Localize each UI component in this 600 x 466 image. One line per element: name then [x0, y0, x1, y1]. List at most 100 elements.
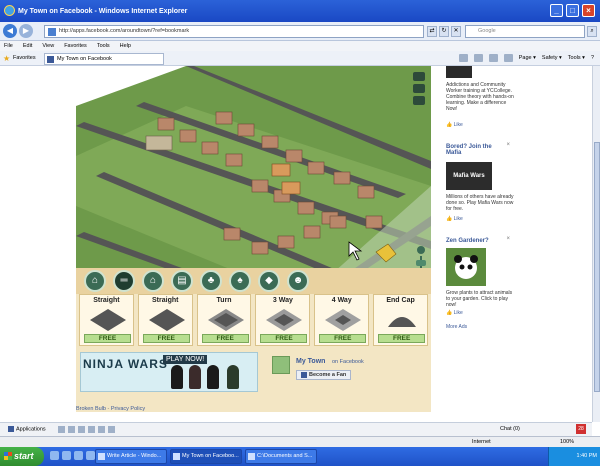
read-mail-icon[interactable]: [488, 54, 498, 62]
ad-like-link[interactable]: 👍 Like: [446, 310, 463, 316]
favorites-label[interactable]: Favorites: [13, 55, 36, 61]
tile-straight-2[interactable]: Straight FREE: [137, 294, 193, 346]
house[interactable]: [225, 153, 243, 167]
house[interactable]: [285, 149, 303, 163]
back-button[interactable]: ◀: [3, 24, 17, 38]
quick-launch-icon[interactable]: [86, 451, 95, 460]
house[interactable]: [223, 227, 241, 241]
tile-end-cap[interactable]: End Cap FREE: [373, 294, 428, 346]
menu-file[interactable]: File: [4, 43, 13, 49]
mafia-wars-image[interactable]: Mafia Wars: [446, 162, 492, 190]
applications-button[interactable]: Applications: [8, 426, 46, 432]
zoom-handle[interactable]: [416, 260, 426, 266]
house[interactable]: [333, 171, 351, 185]
shop[interactable]: [281, 181, 301, 195]
tools-menu[interactable]: Tools ▾: [568, 55, 585, 61]
house[interactable]: [237, 123, 255, 137]
banner-play-now[interactable]: PLAY NOW!: [163, 355, 208, 364]
compatibility-view-icon[interactable]: ⇄: [427, 26, 437, 37]
search-input[interactable]: Google: [465, 25, 585, 38]
ad-title[interactable]: Zen Gardener?: [446, 238, 489, 244]
house[interactable]: [261, 135, 279, 149]
ad-photo-icon[interactable]: [446, 66, 472, 78]
tile-turn[interactable]: Turn FREE: [196, 294, 252, 346]
broken-bulb-link[interactable]: Broken Bulb: [76, 406, 106, 412]
fan-app-name[interactable]: My Town: [296, 358, 325, 365]
more-ads-link[interactable]: More Ads: [446, 324, 467, 330]
menu-view[interactable]: View: [42, 43, 54, 49]
house[interactable]: [303, 225, 321, 239]
bookmark-icon[interactable]: [98, 426, 105, 433]
menu-edit[interactable]: Edit: [23, 43, 32, 49]
ad-like-link[interactable]: 👍 Like: [446, 216, 463, 222]
close-window-button[interactable]: ×: [582, 4, 595, 17]
taskbar-item-my-town[interactable]: My Town on Faceboo...: [170, 449, 242, 464]
menu-help[interactable]: Help: [120, 43, 131, 49]
menu-favorites[interactable]: Favorites: [64, 43, 87, 49]
town-map[interactable]: [76, 66, 431, 288]
refresh-icon[interactable]: ↻: [439, 26, 449, 37]
park-icon[interactable]: ♠: [229, 270, 251, 292]
start-button[interactable]: start: [0, 447, 44, 466]
town-hall[interactable]: [145, 135, 173, 151]
house-icon[interactable]: ⌂: [142, 270, 164, 292]
minimize-button[interactable]: _: [550, 4, 563, 17]
bookmark-icon[interactable]: [88, 426, 95, 433]
house[interactable]: [251, 179, 269, 193]
panda-image[interactable]: [446, 248, 486, 286]
house[interactable]: [329, 215, 347, 229]
zoom-in-icon[interactable]: [417, 246, 425, 254]
security-zone[interactable]: Internet: [472, 439, 491, 445]
maximize-button[interactable]: □: [566, 4, 579, 17]
tile-4-way[interactable]: 4 Way FREE: [314, 294, 370, 346]
forward-button[interactable]: ▶: [19, 24, 33, 38]
favorites-star-icon[interactable]: ★: [3, 54, 10, 63]
ad-like-link[interactable]: 👍 Like: [446, 122, 463, 128]
help-menu[interactable]: ?: [591, 55, 594, 61]
road-icon[interactable]: ═: [113, 270, 135, 292]
ad-close-icon[interactable]: ×: [506, 236, 510, 242]
ninja-wars-banner[interactable]: NINJA WARS PLAY NOW!: [80, 352, 258, 392]
menu-tools[interactable]: Tools: [97, 43, 110, 49]
building-icon[interactable]: ⌂: [84, 270, 106, 292]
zoom-level[interactable]: 100%: [560, 439, 574, 445]
vertical-scrollbar[interactable]: [592, 66, 600, 422]
page-menu[interactable]: Page ▾: [519, 55, 536, 61]
ad-close-icon[interactable]: ×: [506, 142, 510, 148]
house[interactable]: [357, 185, 375, 199]
tile-straight[interactable]: Straight FREE: [79, 294, 134, 346]
shop[interactable]: [271, 163, 291, 177]
bookmark-icon[interactable]: [68, 426, 75, 433]
print-icon[interactable]: [503, 54, 513, 62]
stop-icon[interactable]: ✕: [451, 26, 461, 37]
town-map-canvas[interactable]: [76, 66, 431, 288]
bookmark-icon[interactable]: [78, 426, 85, 433]
house[interactable]: [179, 129, 197, 143]
bookmark-icon[interactable]: [58, 426, 65, 433]
tree-icon[interactable]: ♣: [200, 270, 222, 292]
ad-title[interactable]: Bored? Join the Mafia: [446, 144, 508, 156]
safety-menu[interactable]: Safety ▾: [542, 55, 562, 61]
notifications-badge[interactable]: 28: [576, 424, 586, 434]
house[interactable]: [307, 161, 325, 175]
scrollbar-thumb[interactable]: [594, 142, 600, 392]
house[interactable]: [297, 201, 315, 215]
house[interactable]: [157, 117, 175, 131]
quick-launch-icon[interactable]: [74, 451, 83, 460]
house[interactable]: [215, 111, 233, 125]
house[interactable]: [365, 215, 383, 229]
bookmark-icon[interactable]: [108, 426, 115, 433]
decor-icon[interactable]: ◆: [258, 270, 280, 292]
taskbar-item-write-article[interactable]: Write Article - Windo...: [95, 449, 167, 464]
quick-launch-icon[interactable]: [50, 451, 59, 460]
search-go-icon[interactable]: ⌕: [587, 26, 597, 37]
rotate-icon[interactable]: [413, 84, 425, 93]
become-a-fan-button[interactable]: Become a Fan: [296, 370, 352, 380]
house[interactable]: [251, 241, 269, 255]
quick-launch-icon[interactable]: [62, 451, 71, 460]
shop-icon[interactable]: ▤: [171, 270, 193, 292]
tile-3-way[interactable]: 3 Way FREE: [255, 294, 311, 346]
house[interactable]: [277, 235, 295, 249]
people-icon[interactable]: ☻: [287, 270, 309, 292]
chat-button[interactable]: Chat (0): [500, 426, 520, 432]
